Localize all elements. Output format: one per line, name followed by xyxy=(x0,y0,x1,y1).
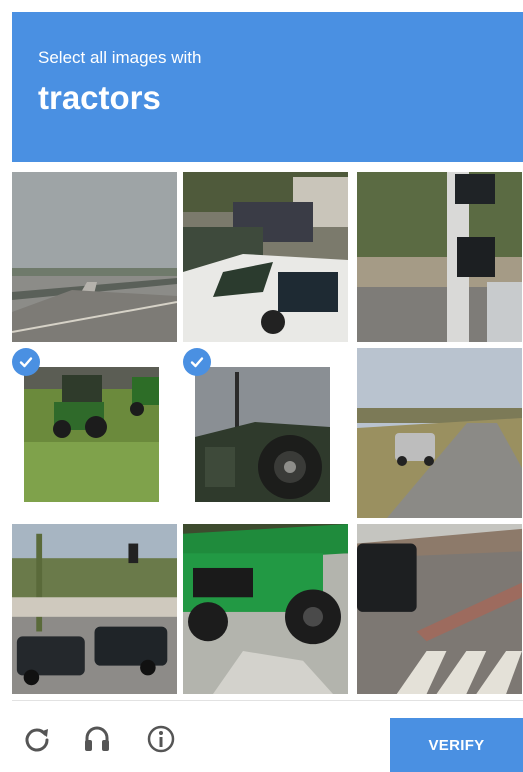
headphones-icon xyxy=(85,726,109,751)
white-pickup-trucks-image xyxy=(183,172,348,342)
target-object-text: tractors xyxy=(38,79,161,116)
reload-button[interactable] xyxy=(20,722,54,756)
traffic-signal-pole-image xyxy=(357,172,522,342)
image-tile-9[interactable] xyxy=(357,524,522,694)
image-tile-4[interactable] xyxy=(12,348,177,518)
highway-overpass-image xyxy=(12,172,177,342)
selected-checkmark-icon xyxy=(12,348,40,376)
verify-button[interactable]: VERIFY xyxy=(390,718,523,772)
tile-image-frame xyxy=(24,367,159,502)
image-grid xyxy=(12,172,523,698)
reload-icon xyxy=(25,728,49,752)
image-tile-3[interactable] xyxy=(357,172,522,342)
help-button[interactable] xyxy=(144,722,178,756)
image-tile-8[interactable] xyxy=(183,524,348,694)
crosswalk-with-car-image xyxy=(357,524,522,694)
instruction-text: Select all images with xyxy=(38,48,202,67)
audio-challenge-button[interactable] xyxy=(80,722,114,756)
image-tile-6[interactable] xyxy=(357,348,522,518)
image-tile-7[interactable] xyxy=(12,524,177,694)
car-on-rural-road-image xyxy=(357,348,522,518)
green-tractors-image xyxy=(24,367,159,502)
image-tile-1[interactable] xyxy=(12,172,177,342)
image-tile-5[interactable] xyxy=(183,348,348,518)
footer-divider xyxy=(12,700,523,701)
info-icon xyxy=(147,725,175,753)
green-telehandler-image xyxy=(183,524,348,694)
image-tile-2[interactable] xyxy=(183,172,348,342)
challenge-footer: VERIFY xyxy=(0,700,523,772)
tile-image-frame xyxy=(195,367,330,502)
intersection-with-cars-image xyxy=(12,524,177,694)
selected-checkmark-icon xyxy=(183,348,211,376)
challenge-header: Select all images with tractors xyxy=(12,12,523,162)
tractor-wheel-image xyxy=(195,367,330,502)
